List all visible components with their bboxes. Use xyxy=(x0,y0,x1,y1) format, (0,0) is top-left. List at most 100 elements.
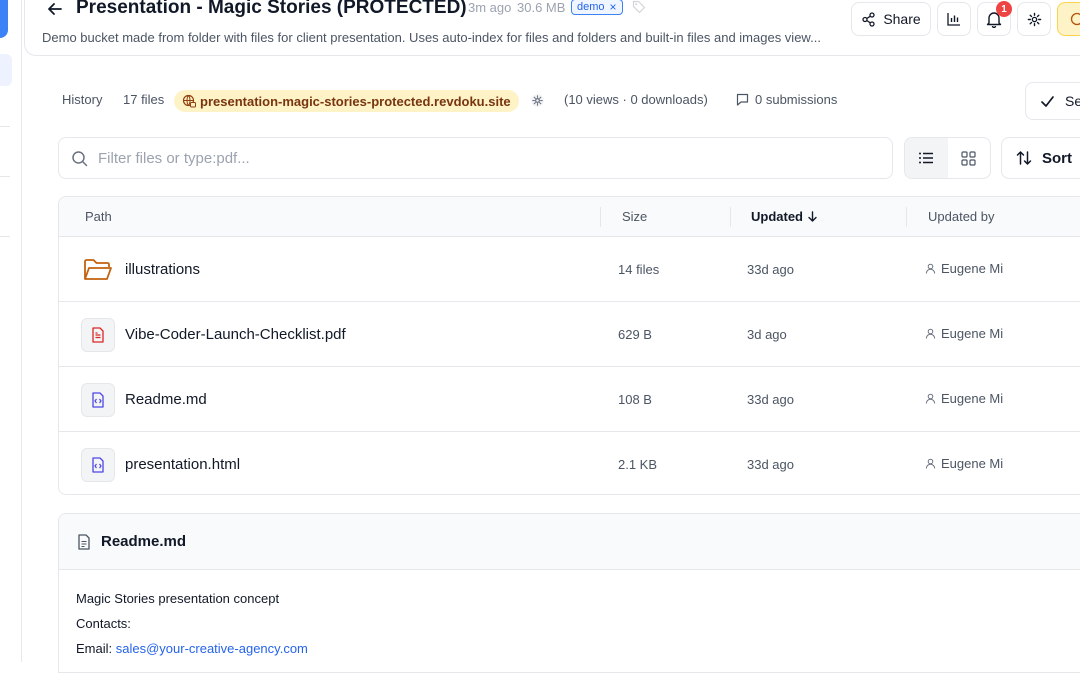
file-updated: 3d ago xyxy=(747,327,787,342)
file-size: 14 files xyxy=(618,262,660,277)
readme-text-line: Magic Stories presentation concept xyxy=(76,591,280,606)
share-label: Share xyxy=(883,11,921,27)
file-updated-by: Eugene Mi xyxy=(925,326,1003,341)
file-updated: 33d ago xyxy=(747,392,794,407)
bar-chart-icon xyxy=(947,13,960,26)
tag-icon[interactable] xyxy=(632,0,646,19)
analytics-button[interactable] xyxy=(937,2,971,36)
file-size: 629 B xyxy=(618,327,652,342)
history-link[interactable]: History xyxy=(62,92,102,107)
share-button[interactable]: Share xyxy=(851,2,931,36)
file-updated: 33d ago xyxy=(747,457,794,472)
updated-by-name: Eugene Mi xyxy=(941,326,1004,341)
bucket-size: 30.6 MB xyxy=(517,0,566,15)
settings-button[interactable] xyxy=(1017,2,1051,36)
user-icon xyxy=(925,263,936,274)
file-name[interactable]: Vibe-Coder-Launch-Checklist.pdf xyxy=(125,326,346,343)
globe-lock-icon xyxy=(182,94,196,108)
site-settings-icon[interactable] xyxy=(530,93,545,113)
updated-by-column-header[interactable]: Updated by xyxy=(928,209,995,224)
demo-tag-badge[interactable]: demo × xyxy=(571,0,623,15)
file-updated-by: Eugene Mi xyxy=(925,261,1003,276)
updated-column-header[interactable]: Updated xyxy=(751,209,818,224)
filter-input[interactable] xyxy=(98,149,878,167)
rail-active-tab[interactable] xyxy=(0,0,8,38)
grid-icon xyxy=(961,150,976,166)
check-icon xyxy=(1041,95,1054,107)
table-row[interactable]: presentation.html 2.1 KB 33d ago Eugene … xyxy=(59,432,1080,494)
file-size: 2.1 KB xyxy=(618,457,658,472)
file-updated-by: Eugene Mi xyxy=(925,391,1003,406)
views-downloads: (10 views · 0 downloads) xyxy=(564,92,708,107)
column-divider xyxy=(906,207,907,227)
filter-search-box[interactable] xyxy=(58,137,893,179)
site-url: presentation-magic-stories-protected.rev… xyxy=(200,93,511,109)
sort-button[interactable]: Sort xyxy=(1001,137,1080,179)
search-icon xyxy=(72,150,88,166)
comment-icon xyxy=(736,93,749,106)
file-updated-by: Eugene Mi xyxy=(925,456,1003,471)
select-label: Se xyxy=(1065,93,1080,109)
readme-email-line: Email: sales@your-creative-agency.com xyxy=(76,641,308,656)
readme-text-line: Contacts: xyxy=(76,616,131,631)
email-label: Email: xyxy=(76,641,116,656)
file-size: 108 B xyxy=(618,392,652,407)
path-column-header[interactable]: Path xyxy=(85,209,112,224)
updated-by-name: Eugene Mi xyxy=(941,456,1004,471)
grid-view-button[interactable] xyxy=(948,138,991,178)
table-row[interactable]: Readme.md 108 B 33d ago Eugene Mi xyxy=(59,367,1080,432)
bucket-description: Demo bucket made from folder with files … xyxy=(42,30,821,45)
updated-column-label: Updated xyxy=(751,209,803,224)
pdf-file-icon xyxy=(81,318,115,352)
column-divider xyxy=(600,207,601,227)
column-divider xyxy=(730,207,731,227)
arrow-down-icon xyxy=(808,211,817,222)
file-table: Path Size Updated Updated by illustratio… xyxy=(58,196,1080,495)
user-icon xyxy=(925,393,936,404)
file-name[interactable]: illustrations xyxy=(125,261,200,278)
readme-title: Readme.md xyxy=(101,533,187,550)
readme-header: Readme.md xyxy=(59,514,1080,570)
view-mode-toggle xyxy=(904,137,991,179)
rail-divider xyxy=(0,176,10,177)
demo-tag-label: demo xyxy=(577,1,605,13)
page-title: Presentation - Magic Stories (PROTECTED) xyxy=(76,0,467,18)
remove-tag-icon[interactable]: × xyxy=(610,1,617,13)
email-link[interactable]: sales@your-creative-agency.com xyxy=(116,641,308,656)
select-button[interactable]: Se xyxy=(1025,82,1080,120)
file-name[interactable]: presentation.html xyxy=(125,456,240,473)
left-rail xyxy=(0,0,22,662)
notification-count-badge: 1 xyxy=(996,1,1012,17)
code-file-icon xyxy=(81,383,115,417)
table-row[interactable]: illustrations 14 files 33d ago Eugene Mi xyxy=(59,237,1080,302)
table-row[interactable]: Vibe-Coder-Launch-Checklist.pdf 629 B 3d… xyxy=(59,302,1080,367)
sort-arrows-icon xyxy=(1016,151,1032,165)
folder-open-icon xyxy=(81,253,115,287)
user-icon xyxy=(925,328,936,339)
table-header: Path Size Updated Updated by xyxy=(59,197,1080,237)
list-view-button[interactable] xyxy=(905,138,948,178)
gear-icon xyxy=(1027,12,1041,26)
user-icon xyxy=(925,458,936,469)
rail-selected-item[interactable] xyxy=(0,54,12,86)
site-button[interactable] xyxy=(1057,2,1080,36)
document-icon xyxy=(78,533,90,550)
rail-divider xyxy=(0,236,10,237)
submissions-label: 0 submissions xyxy=(755,92,838,107)
size-column-header[interactable]: Size xyxy=(622,209,647,224)
file-name[interactable]: Readme.md xyxy=(125,391,207,408)
file-updated: 33d ago xyxy=(747,262,794,277)
updated-by-name: Eugene Mi xyxy=(941,391,1004,406)
files-count: 17 files xyxy=(123,92,165,107)
updated-ago: 3m ago xyxy=(468,0,512,15)
rail-divider xyxy=(0,126,10,127)
sort-label: Sort xyxy=(1042,149,1072,167)
code-file-icon xyxy=(81,448,115,482)
share-icon xyxy=(862,11,875,27)
readme-preview: Readme.md Magic Stories presentation con… xyxy=(58,513,1080,673)
submissions-link[interactable]: 0 submissions xyxy=(736,92,837,107)
updated-by-name: Eugene Mi xyxy=(941,261,1004,276)
site-link-pill[interactable]: presentation-magic-stories-protected.rev… xyxy=(174,90,519,112)
list-icon xyxy=(919,152,934,164)
back-arrow-icon[interactable] xyxy=(46,0,64,18)
